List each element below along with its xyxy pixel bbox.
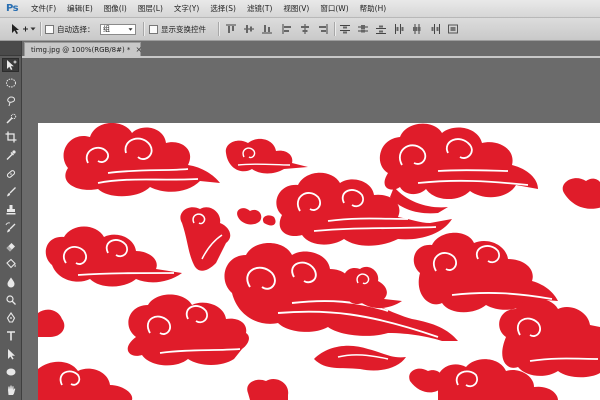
- pen-icon: [6, 312, 15, 323]
- pen-tool[interactable]: [2, 311, 19, 325]
- path-selection-icon: [7, 349, 15, 360]
- quick-selection-tool[interactable]: [2, 112, 19, 126]
- menu-select[interactable]: 选择(S): [210, 3, 236, 14]
- ellipse-shape-icon: [6, 368, 15, 376]
- document-canvas[interactable]: [38, 123, 600, 400]
- eyedropper-icon: [6, 150, 16, 160]
- blur-drop-icon: [7, 277, 14, 288]
- menu-image[interactable]: 图像(I): [104, 3, 127, 14]
- move-tool-icon: [12, 24, 28, 34]
- divider: [334, 22, 336, 36]
- document-tab-title: timg.jpg @ 100%(RGB/8#) *: [31, 45, 131, 54]
- auto-select-dropdown[interactable]: 组: [100, 18, 136, 40]
- distribute-top-icon[interactable]: [340, 24, 350, 34]
- crop-tool[interactable]: [2, 130, 19, 144]
- chevron-down-icon: [30, 27, 36, 31]
- gradient-tool[interactable]: [2, 257, 19, 271]
- divider: [143, 22, 145, 36]
- distribute-vertical-center-icon[interactable]: [358, 24, 368, 34]
- eyedropper-tool[interactable]: [2, 148, 19, 162]
- menu-window[interactable]: 窗口(W): [320, 3, 348, 14]
- dodge-tool[interactable]: [2, 293, 19, 307]
- app-logo: Ps: [5, 3, 19, 14]
- auto-select-checkbox[interactable]: [45, 24, 54, 34]
- show-transform-toggle[interactable]: 显示变换控件: [149, 18, 206, 40]
- hand-icon: [7, 385, 15, 395]
- paint-bucket-icon: [5, 258, 16, 269]
- auto-align-layers-icon[interactable]: [448, 24, 458, 34]
- move-tool[interactable]: [2, 58, 19, 72]
- eraser-icon: [6, 243, 15, 252]
- close-icon[interactable]: ×: [135, 45, 142, 54]
- show-transform-label: 显示变换控件: [161, 24, 206, 34]
- type-tool[interactable]: [2, 329, 19, 343]
- auspicious-cloud-artwork: [38, 123, 600, 400]
- distribute-horizontal-center-icon[interactable]: [412, 24, 422, 34]
- align-vertical-center-icon[interactable]: [244, 24, 254, 34]
- menu-edit[interactable]: 编辑(E): [67, 3, 93, 14]
- align-bottom-icon[interactable]: [262, 24, 272, 34]
- align-horizontal-center-icon[interactable]: [300, 24, 310, 34]
- move-tool-icon: [6, 60, 16, 70]
- hand-tool[interactable]: [2, 383, 19, 397]
- lasso-tool[interactable]: [2, 94, 19, 108]
- align-right-icon[interactable]: [318, 24, 328, 34]
- menu-view[interactable]: 视图(V): [283, 3, 309, 14]
- shape-tool[interactable]: [2, 365, 19, 379]
- brush-tool[interactable]: [2, 185, 19, 199]
- menu-file[interactable]: 文件(F): [31, 3, 56, 14]
- auto-select-label: 自动选择：: [57, 24, 95, 34]
- clone-stamp-tool[interactable]: [2, 203, 19, 217]
- menu-filter[interactable]: 滤镜(T): [247, 3, 272, 14]
- marquee-tool[interactable]: [2, 76, 19, 90]
- path-selection-tool[interactable]: [2, 347, 19, 361]
- auto-select-toggle[interactable]: 自动选择：: [45, 18, 95, 40]
- marquee-icon: [5, 78, 16, 88]
- history-brush-icon: [5, 222, 15, 233]
- healing-brush-icon: [6, 170, 15, 178]
- stamp-icon: [6, 205, 15, 215]
- show-transform-checkbox[interactable]: [149, 24, 158, 34]
- lasso-icon: [6, 96, 15, 107]
- menu-type[interactable]: 文字(Y): [174, 3, 199, 14]
- divider: [40, 22, 42, 36]
- divider: [218, 22, 220, 36]
- menu-bar: Ps 文件(F) 编辑(E) 图像(I) 图层(L) 文字(Y) 选择(S) 滤…: [0, 0, 600, 18]
- history-brush-tool[interactable]: [2, 221, 19, 235]
- tools-panel: [0, 41, 22, 400]
- options-bar: 自动选择： 组 显示变换控件: [0, 18, 600, 41]
- menu-layer[interactable]: 图层(L): [138, 3, 163, 14]
- document-tab[interactable]: timg.jpg @ 100%(RGB/8#) * ×: [24, 42, 142, 56]
- crop-icon: [5, 131, 16, 143]
- type-icon: [6, 331, 15, 341]
- tool-preset-picker[interactable]: [10, 18, 36, 40]
- cloud-shape: [63, 123, 220, 197]
- panel-grip[interactable]: [0, 41, 21, 56]
- align-top-icon[interactable]: [226, 24, 236, 34]
- eraser-tool[interactable]: [2, 239, 19, 253]
- distribute-left-icon[interactable]: [394, 24, 404, 34]
- blur-tool[interactable]: [2, 275, 19, 289]
- menu-help[interactable]: 帮助(H): [360, 3, 387, 14]
- align-left-icon[interactable]: [282, 24, 292, 34]
- brush-icon: [6, 187, 16, 197]
- dodge-icon: [5, 295, 16, 305]
- distribute-right-icon[interactable]: [430, 24, 440, 34]
- distribute-bottom-icon[interactable]: [376, 24, 386, 34]
- auto-select-value: 组: [103, 25, 110, 33]
- spot-healing-tool[interactable]: [2, 167, 19, 181]
- chevron-down-icon: [128, 27, 133, 31]
- quick-selection-icon: [5, 113, 16, 124]
